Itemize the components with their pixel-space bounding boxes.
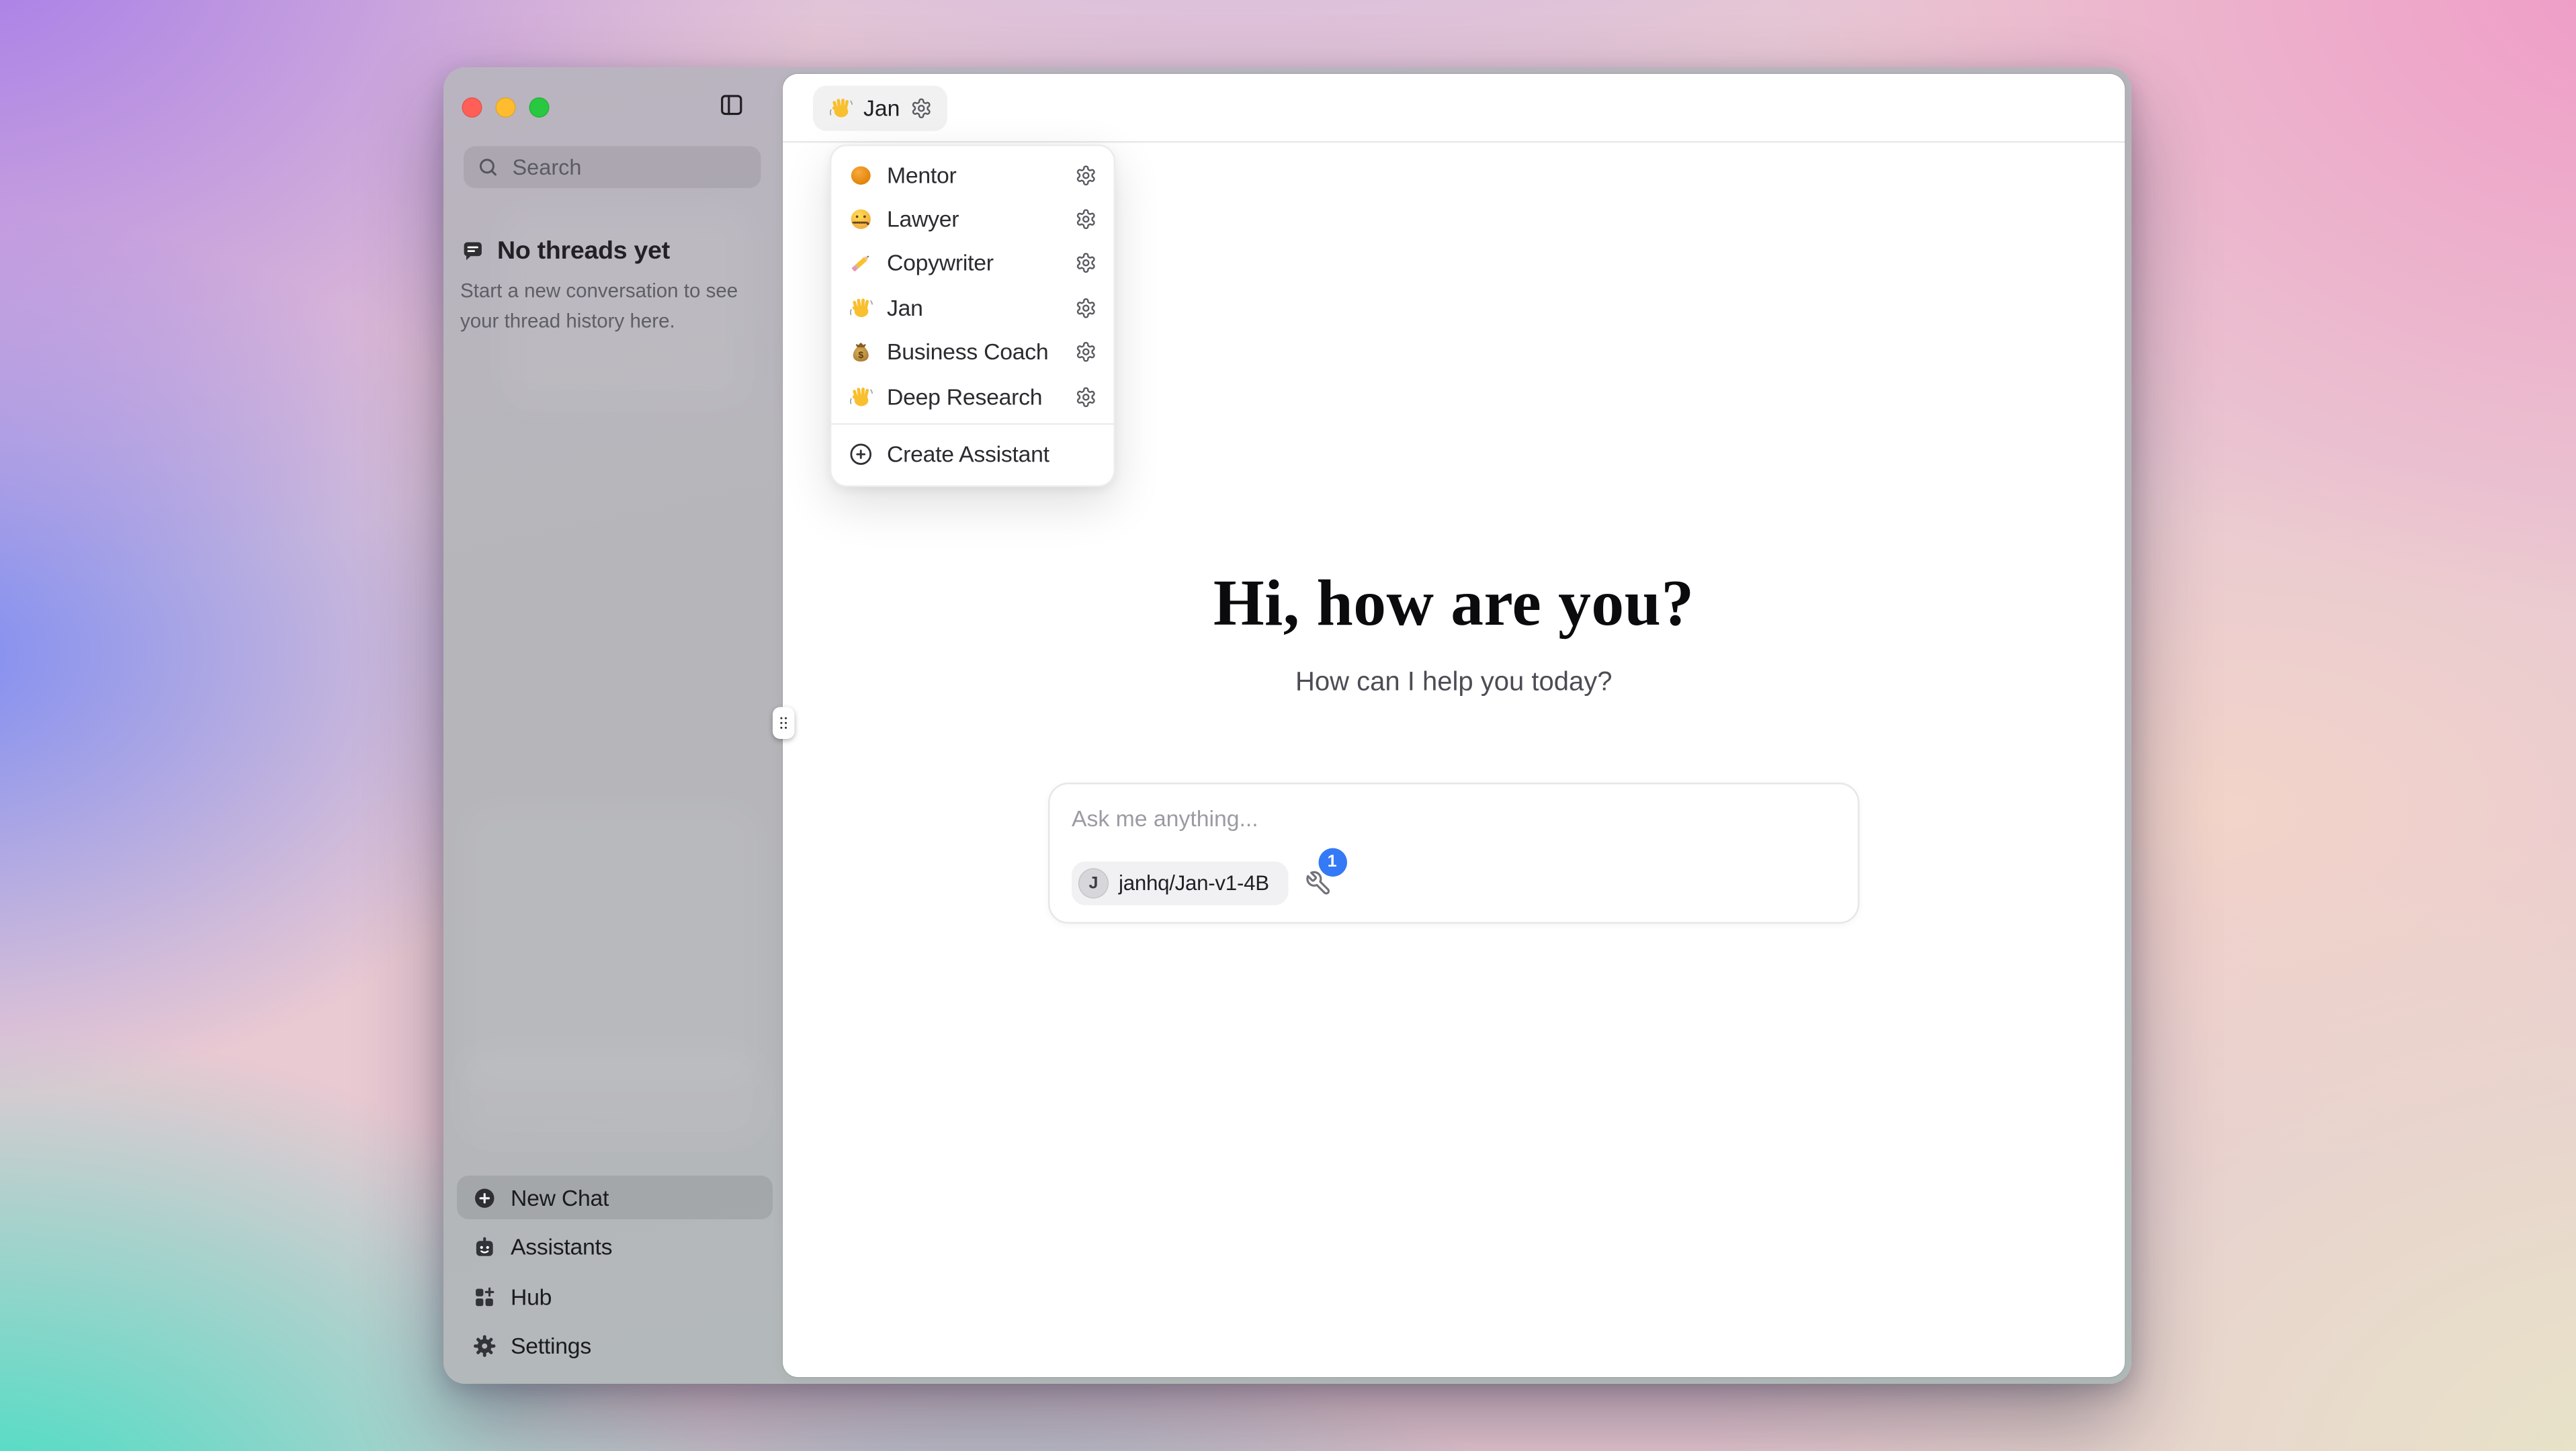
sidebar-item-label: Settings — [511, 1333, 591, 1359]
sidebar-item-assistants[interactable]: Assistants — [457, 1225, 773, 1269]
assistant-item-lawyer[interactable]: Lawyer — [832, 197, 1114, 241]
assistant-dropdown: Mentor Lawyer Copywriter Jan $ Business Coach… — [830, 144, 1115, 488]
empty-state: No threads yet Start a new conversation … — [460, 237, 759, 337]
tools-count-badge: 1 — [1318, 848, 1346, 877]
assistant-item-business-coach[interactable]: $ Business Coach — [832, 330, 1114, 374]
pencil-emoji — [849, 251, 874, 277]
gear-icon[interactable] — [1075, 297, 1097, 319]
sidebar-toggle-button[interactable] — [719, 93, 744, 118]
orange-circle-emoji — [849, 163, 874, 188]
composer-input[interactable] — [1072, 806, 1836, 832]
sidebar-item-label: Hub — [511, 1284, 552, 1309]
menu-separator — [832, 424, 1114, 426]
circle-plus-icon — [849, 442, 874, 468]
create-assistant-label: Create Assistant — [887, 442, 1097, 468]
chat-topbar: Jan — [783, 74, 2125, 143]
sidebar-resize-handle[interactable] — [773, 707, 793, 740]
traffic-light-minimize[interactable] — [496, 97, 516, 118]
plus-circle-icon — [472, 1185, 498, 1211]
traffic-light-zoom[interactable] — [529, 97, 550, 118]
assistant-item-label: Jan — [887, 296, 1062, 321]
search-input[interactable] — [509, 153, 748, 182]
zipper-face-emoji — [849, 207, 874, 232]
assistant-item-mentor[interactable]: Mentor — [832, 153, 1114, 197]
empty-state-title: No threads yet — [497, 237, 670, 266]
assistant-item-label: Copywriter — [887, 251, 1062, 277]
sidebar-item-hub[interactable]: Hub — [457, 1275, 773, 1319]
gear-icon[interactable] — [1075, 208, 1097, 230]
traffic-lights — [462, 97, 550, 118]
vibrancy-blob — [460, 1048, 763, 1142]
panel-left-icon — [719, 93, 744, 118]
empty-state-description: Start a new conversation to see your thr… — [460, 277, 749, 337]
gear-icon[interactable] — [1075, 164, 1097, 186]
app-window: No threads yet Start a new conversation … — [443, 67, 2132, 1384]
wave-emoji — [849, 384, 874, 410]
tools-button[interactable]: 1 — [1304, 870, 1331, 897]
composer-card: J janhq/Jan-v1-4B 1 — [1048, 783, 1860, 924]
gear-icon[interactable] — [1075, 253, 1097, 275]
greeting: Hi, how are you? How can I help you toda… — [783, 564, 2125, 699]
bot-icon — [472, 1235, 498, 1260]
sidebar-item-settings[interactable]: Settings — [457, 1324, 773, 1368]
assistant-item-label: Deep Research — [887, 384, 1062, 410]
model-selector[interactable]: J janhq/Jan-v1-4B — [1072, 862, 1287, 906]
assistant-item-label: Lawyer — [887, 207, 1062, 232]
gear-icon[interactable] — [1075, 386, 1097, 408]
main-panel: Jan Mentor Lawyer Copywriter Jan $ Business C… — [783, 74, 2125, 1377]
assistant-item-copywriter[interactable]: Copywriter — [832, 241, 1114, 285]
grip-dots-icon — [774, 714, 793, 733]
wave-emoji — [849, 296, 874, 321]
grid-plus-icon — [472, 1284, 498, 1309]
money-bag-emoji: $ — [849, 340, 874, 365]
create-assistant-button[interactable]: Create Assistant — [832, 431, 1114, 480]
gear-icon[interactable] — [910, 97, 932, 120]
model-avatar: J — [1078, 869, 1109, 899]
greeting-subtitle: How can I help you today? — [783, 668, 2125, 699]
assistant-tab-label: Jan — [863, 96, 900, 122]
traffic-light-close[interactable] — [462, 97, 482, 118]
sidebar-item-label: New Chat — [511, 1185, 609, 1211]
assistant-item-jan[interactable]: Jan — [832, 285, 1114, 330]
sidebar-item-label: Assistants — [511, 1235, 612, 1260]
assistant-item-label: Mentor — [887, 163, 1062, 188]
search-icon — [477, 157, 499, 179]
greeting-title: Hi, how are you? — [783, 564, 2125, 645]
assistant-item-deep-research[interactable]: Deep Research — [832, 374, 1114, 419]
sidebar-nav: New Chat Assistants Hub Settings — [457, 1176, 773, 1374]
model-name: janhq/Jan-v1-4B — [1119, 872, 1269, 895]
gear-icon[interactable] — [1075, 341, 1097, 363]
svg-text:$: $ — [858, 349, 863, 360]
wave-emoji — [828, 96, 854, 122]
gear-filled-icon — [472, 1333, 498, 1359]
search-field[interactable] — [464, 146, 761, 189]
sidebar: No threads yet Start a new conversation … — [443, 67, 783, 1384]
assistant-item-label: Business Coach — [887, 340, 1062, 365]
composer-toolbar: J janhq/Jan-v1-4B 1 — [1072, 862, 1836, 906]
sidebar-item-new-chat[interactable]: New Chat — [457, 1176, 773, 1219]
assistant-tab[interactable]: Jan — [813, 86, 947, 132]
message-square-icon — [460, 238, 486, 264]
